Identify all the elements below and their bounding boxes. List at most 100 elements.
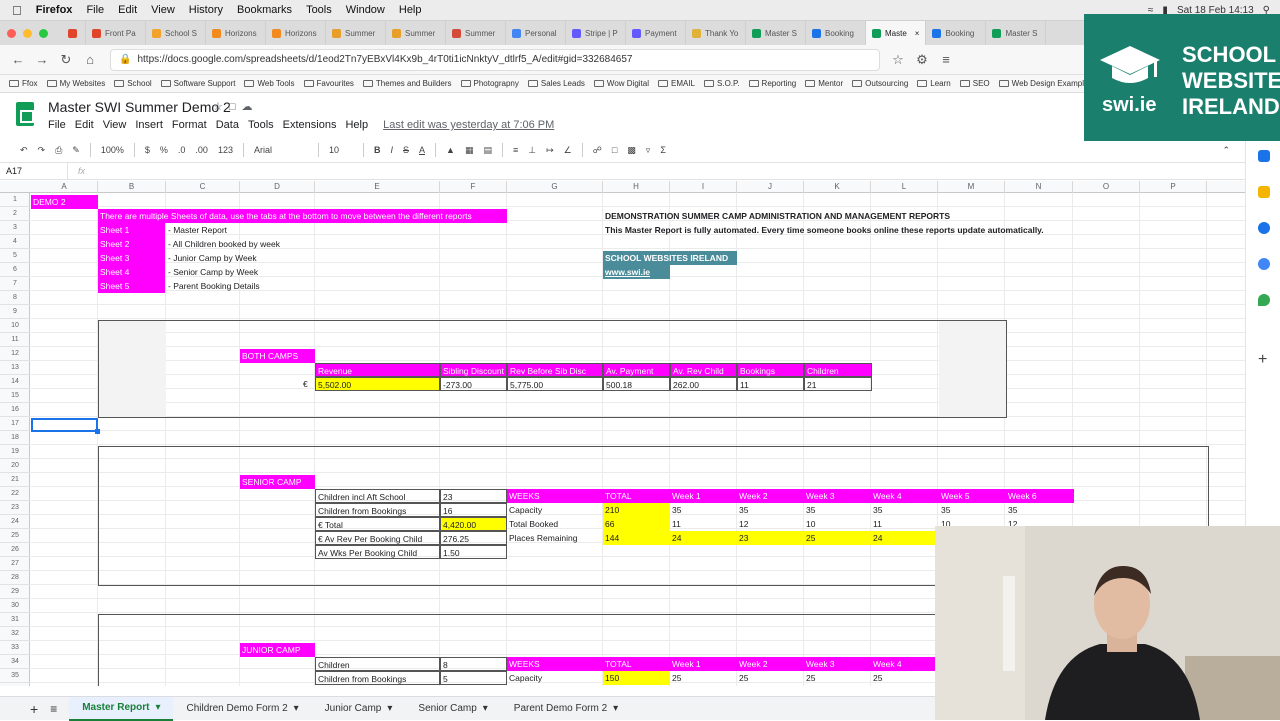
font-select[interactable]: Arial [254, 145, 308, 155]
browser-tab[interactable]: Personal [506, 21, 566, 45]
cell-total-booked[interactable]: 11 [871, 517, 939, 531]
column-header[interactable]: B [98, 181, 166, 193]
cell-weeks-header[interactable]: TOTAL [603, 489, 670, 503]
row-header[interactable]: 12 [0, 347, 30, 361]
cell-total-booked[interactable]: 11 [670, 517, 737, 531]
cell-places-remaining[interactable]: 23 [737, 531, 804, 545]
row-header[interactable]: 2 [0, 207, 30, 221]
browser-tab[interactable]: Booking [926, 21, 987, 45]
cell-weeks-header[interactable]: Week 5 [939, 489, 1006, 503]
menu-icon[interactable]: ≡ [934, 52, 958, 67]
row-header[interactable]: 35 [0, 669, 30, 683]
cell-av-payment[interactable]: 500.18 [603, 377, 670, 391]
column-header[interactable]: K [804, 181, 871, 193]
bookmark-item[interactable]: School [114, 79, 152, 88]
cell-stat-label[interactable]: € Total [315, 517, 440, 531]
cell-capacity[interactable]: 25 [737, 671, 804, 685]
cell-both-header[interactable]: Av. Payment [603, 363, 670, 377]
cell-children[interactable]: 21 [804, 377, 872, 391]
cell-capacity[interactable]: Capacity [507, 503, 603, 517]
cell-weeks-header[interactable]: WEEKS [507, 657, 603, 671]
doc-menu-insert[interactable]: Insert [135, 119, 163, 131]
cell-stat-value[interactable]: 1.50 [440, 545, 507, 559]
cell-stat-label[interactable]: Av Wks Per Booking Child [315, 545, 440, 559]
cell-stat-value[interactable]: 23 [440, 489, 507, 503]
decrease-decimal-button[interactable]: .0 [178, 145, 186, 155]
cell-rev-before[interactable]: 5,775.00 [507, 377, 603, 391]
column-header[interactable]: D [240, 181, 315, 193]
row-header[interactable]: 23 [0, 501, 30, 515]
undo-icon[interactable]: ↶ [20, 145, 28, 156]
currency-button[interactable]: $ [145, 145, 150, 155]
reload-icon[interactable]: ↻ [54, 52, 78, 68]
cell-demo-sub[interactable]: This Master Report is fully automated. E… [603, 223, 1103, 237]
cell-total-booked[interactable]: 12 [737, 517, 804, 531]
row-header[interactable]: 27 [0, 557, 30, 571]
row-header[interactable]: 14 [0, 375, 30, 389]
bookmark-item[interactable]: Web Design Exampl... [998, 79, 1091, 88]
doc-menu-tools[interactable]: Tools [248, 119, 274, 131]
bookmark-item[interactable]: Favourites [303, 79, 354, 88]
column-header[interactable]: A [31, 181, 98, 193]
font-size-select[interactable]: 10 [329, 145, 353, 155]
row-header[interactable]: 11 [0, 333, 30, 347]
column-header[interactable]: G [507, 181, 603, 193]
menu-history[interactable]: History [189, 4, 223, 16]
bookmark-item[interactable]: Learn [917, 79, 951, 88]
browser-tab[interactable]: Front Pa [86, 21, 146, 45]
calendar-icon[interactable] [1258, 150, 1270, 162]
browser-tab[interactable]: Thank Yo [686, 21, 746, 45]
row-header[interactable]: 26 [0, 543, 30, 557]
cell-demo-label[interactable]: DEMO 2 [31, 195, 98, 209]
row-header[interactable]: 20 [0, 459, 30, 473]
row-header[interactable]: 3 [0, 221, 30, 235]
cell-weeks-header[interactable]: TOTAL [603, 657, 670, 671]
contacts-icon[interactable] [1258, 258, 1270, 270]
cell-revenue[interactable]: 5,502.00 [315, 377, 440, 391]
apple-icon[interactable]:  [12, 3, 22, 18]
cell-capacity[interactable]: 35 [737, 503, 804, 517]
print-icon[interactable]: ⎙ [55, 145, 62, 156]
cell-sheet-desc[interactable]: - Senior Camp by Week [166, 265, 306, 279]
browser-tab[interactable]: Horizons [266, 21, 326, 45]
cell-currency[interactable]: € [303, 377, 315, 391]
cell-weeks-header[interactable]: Week 6 [1006, 489, 1074, 503]
cell-both-header[interactable]: Sibling Discount [440, 363, 507, 377]
doc-menu-edit[interactable]: Edit [75, 119, 94, 131]
row-header[interactable]: 5 [0, 249, 30, 263]
browser-tab[interactable]: Maste × [866, 21, 927, 45]
row-header[interactable]: 15 [0, 389, 30, 403]
cell-both-header[interactable]: Revenue [315, 363, 440, 377]
close-window-icon[interactable] [7, 28, 16, 38]
row-header[interactable]: 29 [0, 585, 30, 599]
menu-tools[interactable]: Tools [306, 4, 332, 16]
cell-sheet-desc[interactable]: - Junior Camp by Week [166, 251, 306, 265]
cell-stat-value[interactable]: 276.25 [440, 531, 507, 545]
row-header[interactable]: 19 [0, 445, 30, 459]
cell-places-remaining[interactable]: 24 [871, 531, 939, 545]
align-vertical-icon[interactable]: ⊥ [528, 145, 536, 156]
doc-menu-file[interactable]: File [48, 119, 66, 131]
menu-view[interactable]: View [151, 4, 175, 16]
browser-tab[interactable]: Stripe | P [566, 21, 626, 45]
menu-file[interactable]: File [86, 4, 104, 16]
bookmark-item[interactable]: SEO [959, 79, 990, 88]
cell-weeks-header[interactable]: Week 4 [871, 489, 939, 503]
fill-handle[interactable] [95, 429, 100, 434]
cell-capacity[interactable]: Capacity [507, 671, 603, 685]
row-header[interactable]: 16 [0, 403, 30, 417]
cell-sheet-name[interactable]: Sheet 1 [98, 223, 165, 237]
cell-both-header[interactable]: Rev Before Sib Disc [507, 363, 603, 377]
row-header[interactable]: 34 [0, 655, 30, 669]
cell-sheet-desc[interactable]: - Master Report [166, 223, 306, 237]
column-header[interactable]: L [871, 181, 938, 193]
column-header[interactable]: C [166, 181, 240, 193]
zoom-select[interactable]: 100% [101, 145, 124, 155]
cell-swi-link[interactable]: www.swi.ie [603, 265, 670, 279]
cell-stat-value[interactable]: 16 [440, 503, 507, 517]
bookmark-item[interactable]: S.O.P. [704, 79, 740, 88]
row-header[interactable]: 6 [0, 263, 30, 277]
cell-capacity[interactable]: 25 [670, 671, 737, 685]
google-sheets-icon[interactable] [16, 102, 34, 126]
bookmark-item[interactable]: Web Tools [244, 79, 295, 88]
